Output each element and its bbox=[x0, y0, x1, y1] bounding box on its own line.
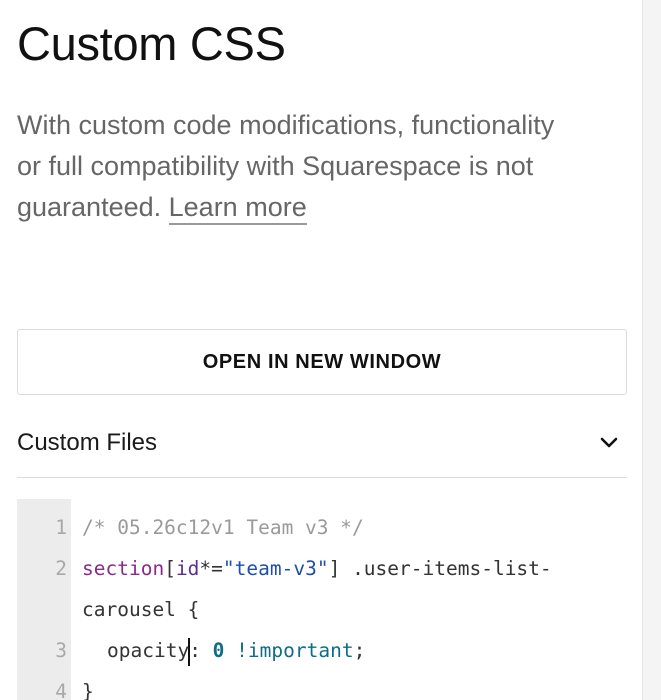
code-number: 0 bbox=[212, 639, 225, 662]
css-code-editor[interactable]: 1 /* 05.26c12v1 Team v3 */ 2 section[id*… bbox=[17, 499, 627, 700]
line-number: 2 bbox=[55, 557, 67, 580]
code-class-selector: .user-items-list- bbox=[340, 557, 552, 580]
custom-files-label: Custom Files bbox=[17, 428, 158, 456]
description-text: With custom code modifications, function… bbox=[17, 105, 577, 228]
code-text: opacity: 0 !important; bbox=[107, 630, 365, 671]
scrollbar[interactable] bbox=[642, 0, 661, 700]
code-important: !important bbox=[236, 639, 354, 662]
line-number: 4 bbox=[55, 680, 67, 700]
page-title: Custom CSS bbox=[17, 17, 286, 70]
code-selector: section bbox=[82, 557, 165, 580]
line-number: 3 bbox=[55, 639, 67, 662]
code-property: opacity bbox=[107, 639, 190, 662]
code-attribute: id bbox=[175, 557, 200, 580]
custom-css-panel: Custom CSS With custom code modification… bbox=[0, 0, 642, 700]
code-colon: : bbox=[189, 639, 213, 662]
code-operator: *= bbox=[199, 557, 223, 580]
code-text: section[id*="team-v3"] .user-items-list- bbox=[82, 548, 552, 589]
line-number: 1 bbox=[55, 516, 67, 539]
chevron-down-icon[interactable] bbox=[597, 431, 621, 455]
code-class-selector: carousel { bbox=[82, 598, 200, 621]
custom-files-toggle[interactable]: Custom Files bbox=[17, 408, 627, 478]
open-in-new-window-button[interactable]: OPEN IN NEW WINDOW bbox=[17, 329, 627, 395]
code-bracket: [ bbox=[164, 557, 176, 580]
learn-more-link[interactable]: Learn more bbox=[168, 192, 307, 225]
code-string: "team-v3" bbox=[222, 557, 329, 580]
code-semicolon: ; bbox=[353, 639, 366, 662]
code-comment: /* 05.26c12v1 Team v3 */ bbox=[82, 516, 364, 539]
code-bracket: ] bbox=[328, 557, 341, 580]
code-brace: } bbox=[82, 680, 94, 700]
